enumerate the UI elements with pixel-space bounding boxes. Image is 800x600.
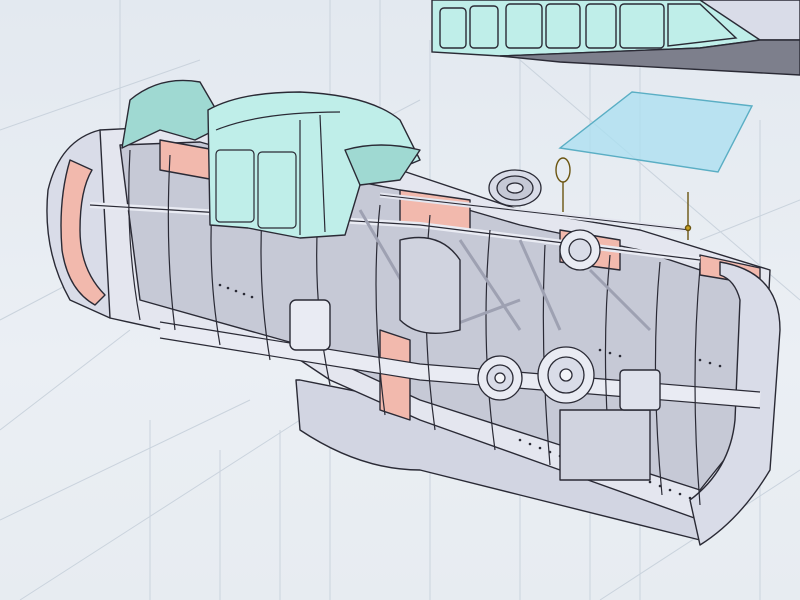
model-canvas[interactable]	[0, 0, 800, 600]
canopy-detached-part[interactable]	[431, 0, 800, 76]
3d-viewport[interactable]	[0, 0, 800, 600]
glass-panel-part[interactable]	[558, 91, 754, 173]
